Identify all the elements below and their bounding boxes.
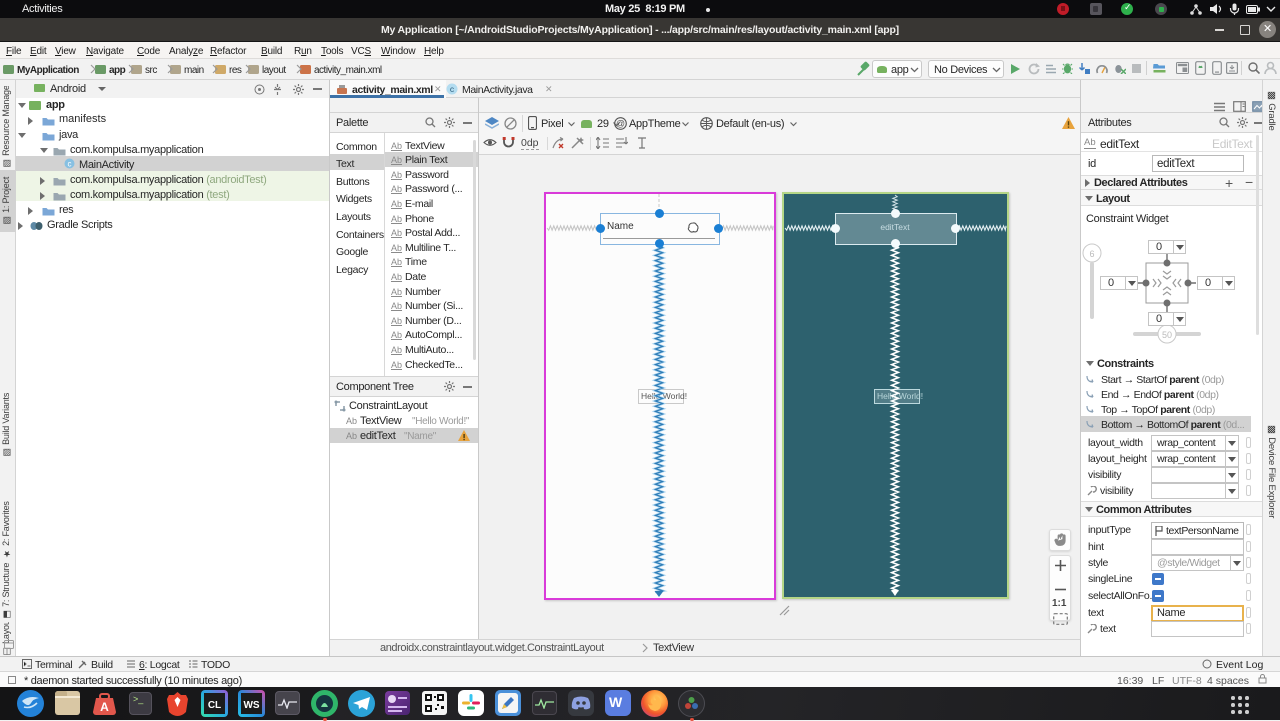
svg-text:A: A	[100, 700, 109, 714]
svg-text:6: 6	[1089, 249, 1094, 259]
svg-text:c: c	[68, 160, 72, 169]
svg-text:WS: WS	[243, 700, 259, 711]
svg-text:50: 50	[1162, 330, 1172, 340]
svg-text:CL: CL	[208, 700, 221, 711]
svg-text:@: @	[616, 119, 625, 129]
